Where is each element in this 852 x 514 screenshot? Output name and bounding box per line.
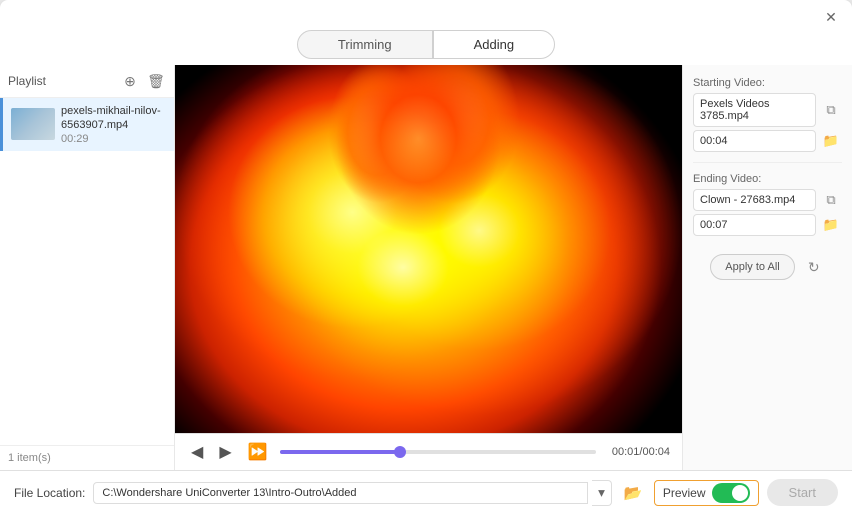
main-window: ✕ Trimming Adding Playlist ⊕ 🗑 pexels-mi…	[0, 0, 852, 514]
tab-trimming[interactable]: Trimming	[297, 30, 433, 59]
main-area: Playlist ⊕ 🗑 pexels-mikhail-nilov-656390…	[0, 65, 852, 470]
starting-video-time-row: 00:04 📁	[693, 130, 842, 152]
sidebar-title: Playlist	[8, 74, 46, 88]
fire-overlay	[175, 65, 682, 433]
preview-toggle[interactable]	[712, 483, 750, 503]
starting-video-time-input: 00:04	[693, 130, 816, 152]
progress-container[interactable]	[280, 450, 596, 454]
sidebar: Playlist ⊕ 🗑 pexels-mikhail-nilov-656390…	[0, 65, 175, 470]
list-item[interactable]: pexels-mikhail-nilov-6563907.mp4 00:29	[0, 98, 174, 151]
starting-video-label: Starting Video:	[693, 77, 842, 89]
next-button[interactable]: ⏩	[244, 440, 272, 464]
ending-video-name-row: Clown - 27683.mp4 ⧉	[693, 189, 842, 211]
ending-video-label: Ending Video:	[693, 173, 842, 185]
progress-thumb[interactable]	[394, 446, 406, 458]
time-total: 00:04	[642, 446, 670, 458]
bottom-bar: File Location: ▾ 📂 Preview Start	[0, 470, 852, 514]
close-button[interactable]: ✕	[822, 8, 840, 26]
preview-label: Preview	[663, 486, 706, 500]
toggle-knob	[732, 485, 748, 501]
progress-track[interactable]	[280, 450, 596, 454]
prev-button[interactable]: ◀	[187, 440, 207, 464]
ending-video-section: Ending Video: Clown - 27683.mp4 ⧉ 00:07 …	[693, 173, 842, 236]
delete-item-icon[interactable]: 🗑	[146, 71, 166, 91]
title-bar: ✕	[0, 0, 852, 30]
tab-adding[interactable]: Adding	[433, 30, 555, 59]
playlist-item-duration: 00:29	[61, 133, 166, 145]
controls-bar: ◀ ▶ ⏩ 00:01/00:04	[175, 433, 682, 470]
starting-video-folder-icon[interactable]: 📁	[820, 130, 842, 152]
starting-video-name-input: Pexels Videos 3785.mp4	[693, 93, 816, 127]
starting-video-name-row: Pexels Videos 3785.mp4 ⧉	[693, 93, 842, 127]
refresh-icon[interactable]: ↻	[803, 256, 825, 278]
divider	[693, 162, 842, 163]
video-preview	[175, 65, 682, 433]
apply-area: Apply to All ↻	[693, 254, 842, 280]
start-button[interactable]: Start	[767, 479, 838, 506]
item-count: 1 item(s)	[8, 452, 51, 464]
right-panel: Starting Video: Pexels Videos 3785.mp4 ⧉…	[682, 65, 852, 470]
file-path-input[interactable]	[93, 482, 588, 504]
apply-to-all-button[interactable]: Apply to All	[710, 254, 794, 280]
time-display: 00:01/00:04	[612, 446, 670, 458]
sidebar-header: Playlist ⊕ 🗑	[0, 65, 174, 98]
open-folder-icon[interactable]: 📂	[620, 480, 646, 506]
starting-video-section: Starting Video: Pexels Videos 3785.mp4 ⧉…	[693, 77, 842, 152]
file-path-container: ▾	[93, 480, 611, 506]
thumbnail-image	[11, 108, 55, 140]
progress-fill	[280, 450, 400, 454]
ending-video-input-group: Clown - 27683.mp4 ⧉ 00:07 📁	[693, 189, 842, 236]
path-dropdown-button[interactable]: ▾	[592, 480, 612, 506]
playlist-item-name: pexels-mikhail-nilov-6563907.mp4	[61, 104, 166, 133]
content-area: ◀ ▶ ⏩ 00:01/00:04	[175, 65, 682, 470]
video-area	[175, 65, 682, 433]
time-current: 00:01	[612, 446, 640, 458]
ending-video-time-row: 00:07 📁	[693, 214, 842, 236]
thumbnail	[11, 108, 55, 140]
file-location-label: File Location:	[14, 486, 85, 500]
ending-video-copy-icon[interactable]: ⧉	[820, 189, 842, 211]
sidebar-icons: ⊕ 🗑	[120, 71, 166, 91]
ending-video-name-input: Clown - 27683.mp4	[693, 189, 816, 211]
play-button[interactable]: ▶	[215, 440, 235, 464]
sidebar-footer: 1 item(s)	[0, 445, 174, 470]
ending-video-time-input: 00:07	[693, 214, 816, 236]
tab-bar: Trimming Adding	[0, 30, 852, 59]
playlist-info: pexels-mikhail-nilov-6563907.mp4 00:29	[61, 104, 166, 145]
ending-video-folder-icon[interactable]: 📁	[820, 214, 842, 236]
add-item-icon[interactable]: ⊕	[120, 71, 140, 91]
starting-video-input-group: Pexels Videos 3785.mp4 ⧉ 00:04 📁	[693, 93, 842, 152]
preview-toggle-area: Preview	[654, 480, 759, 506]
starting-video-copy-icon[interactable]: ⧉	[820, 99, 842, 121]
